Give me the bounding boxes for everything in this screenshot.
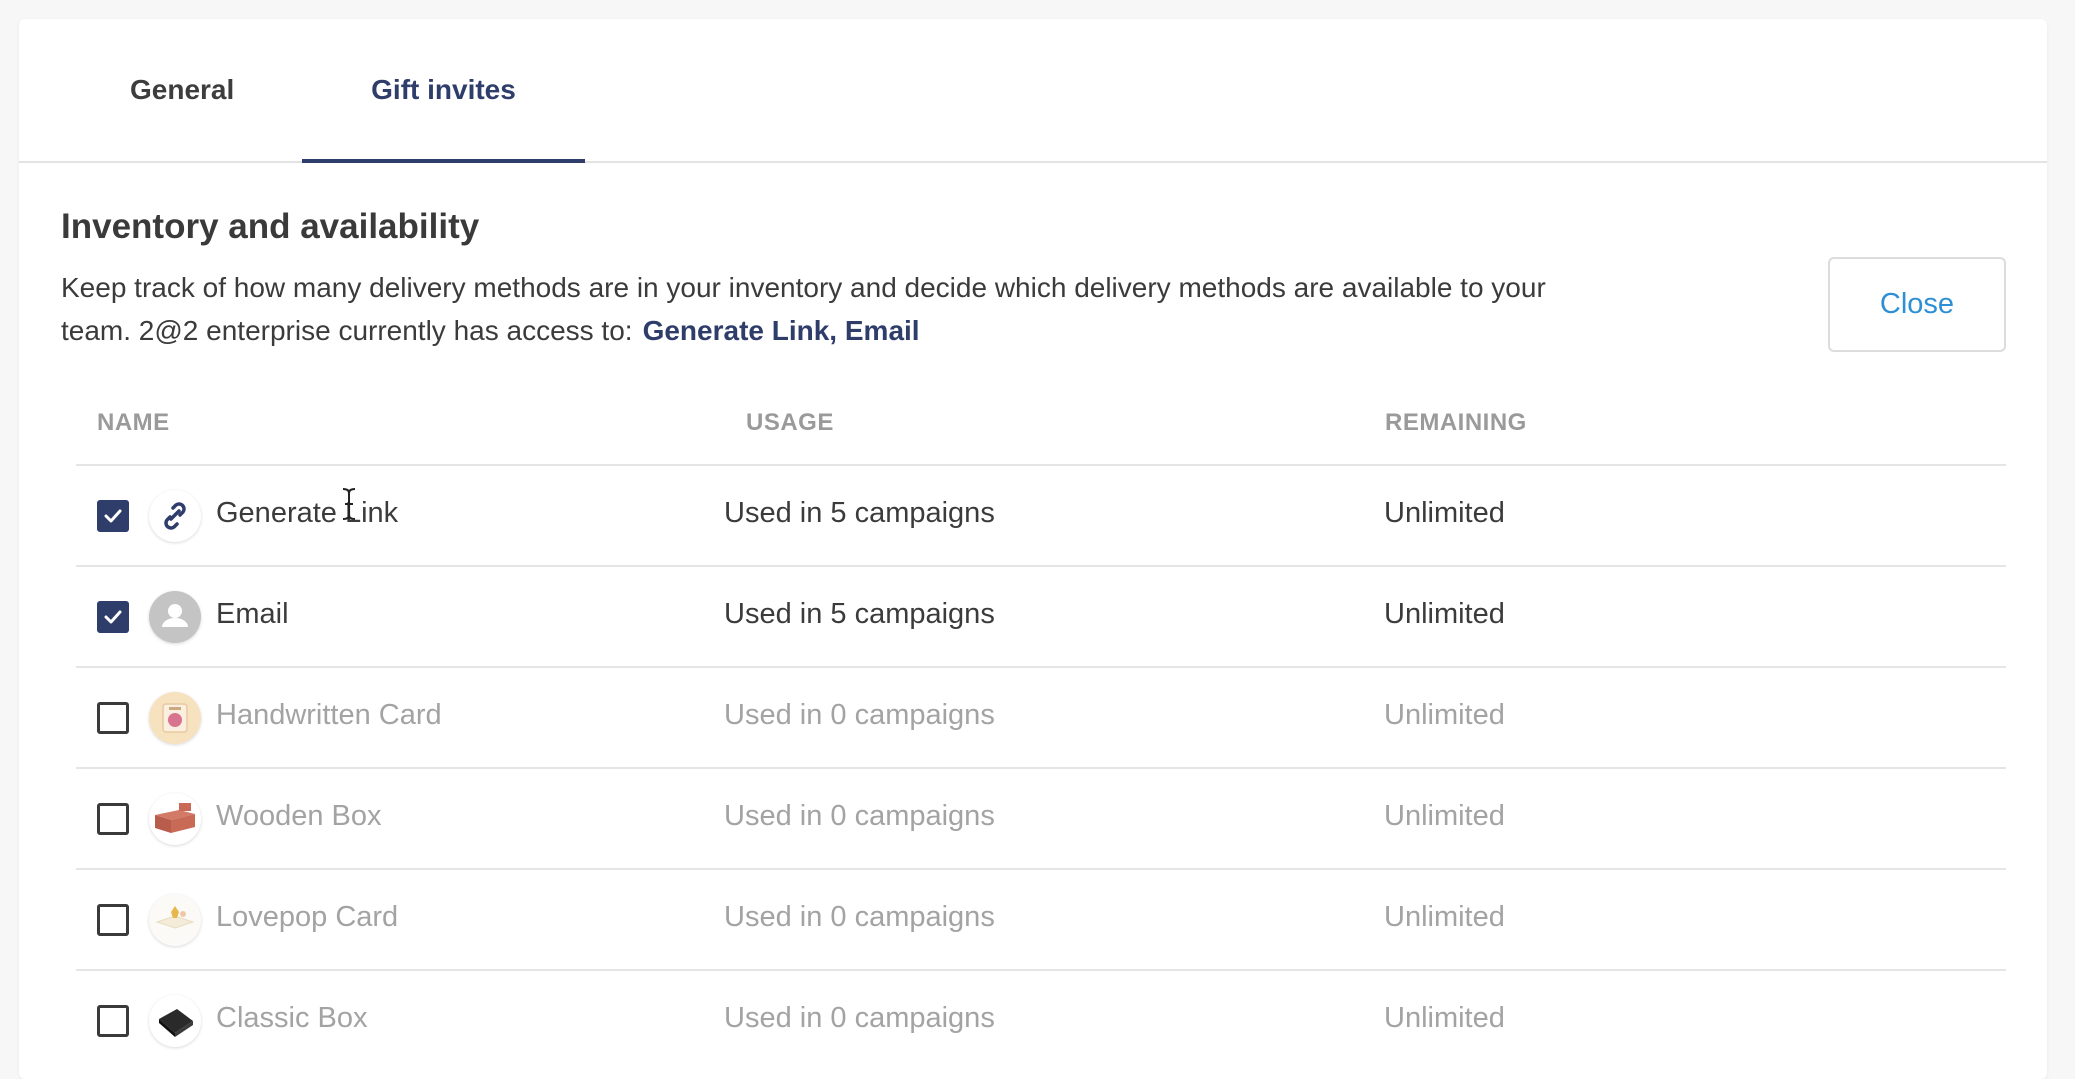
handwritten-card-icon bbox=[149, 692, 201, 744]
settings-card: General Gift invites Inventory and avail… bbox=[19, 19, 2047, 1079]
tab-general[interactable]: General bbox=[78, 19, 278, 161]
inventory-table: NAME USAGE REMAINING Generate Link Used … bbox=[76, 381, 2006, 1070]
table-row: Handwritten Card Used in 0 campaigns Unl… bbox=[76, 668, 2006, 769]
row-checkbox[interactable] bbox=[97, 904, 129, 936]
row-name: Lovepop Card bbox=[216, 901, 399, 933]
table-row: Email Used in 5 campaigns Unlimited bbox=[76, 567, 2006, 668]
section-description: Keep track of how many delivery methods … bbox=[61, 266, 1551, 352]
table-row: Classic Box Used in 0 campaigns Unlimite… bbox=[76, 971, 2006, 1070]
row-checkbox[interactable] bbox=[97, 702, 129, 734]
row-usage: Used in 5 campaigns bbox=[724, 598, 995, 630]
close-button[interactable]: Close bbox=[1828, 257, 2006, 352]
row-name: Classic Box bbox=[216, 1002, 368, 1034]
tab-gift-invites[interactable]: Gift invites bbox=[302, 19, 585, 163]
table-row: Generate Link Used in 5 campaigns Unlimi… bbox=[76, 466, 2006, 567]
row-remaining: Unlimited bbox=[1384, 800, 1505, 832]
access-list: Generate Link, Email bbox=[642, 315, 920, 346]
row-name: Email bbox=[216, 598, 289, 630]
row-remaining: Unlimited bbox=[1384, 1002, 1505, 1034]
section-title: Inventory and availability bbox=[61, 207, 480, 246]
row-usage: Used in 0 campaigns bbox=[724, 1002, 995, 1034]
column-header-usage: USAGE bbox=[746, 409, 834, 436]
column-header-remaining: REMAINING bbox=[1385, 409, 1527, 436]
column-header-name: NAME bbox=[97, 409, 170, 436]
check-icon bbox=[104, 610, 122, 624]
wooden-box-icon bbox=[149, 793, 201, 845]
row-remaining: Unlimited bbox=[1384, 598, 1505, 630]
link-icon bbox=[149, 490, 201, 542]
tab-gift-invites-label: Gift invites bbox=[371, 74, 516, 105]
row-usage: Used in 0 campaigns bbox=[724, 901, 995, 933]
user-icon bbox=[149, 591, 201, 643]
check-icon bbox=[104, 509, 122, 523]
row-checkbox[interactable] bbox=[97, 500, 129, 532]
row-name: Wooden Box bbox=[216, 800, 382, 832]
row-remaining: Unlimited bbox=[1384, 497, 1505, 529]
tab-bar: General Gift invites bbox=[19, 19, 2047, 163]
row-usage: Used in 5 campaigns bbox=[724, 497, 995, 529]
row-remaining: Unlimited bbox=[1384, 901, 1505, 933]
row-name: Handwritten Card bbox=[216, 699, 442, 731]
table-row: Lovepop Card Used in 0 campaigns Unlimit… bbox=[76, 870, 2006, 971]
row-checkbox[interactable] bbox=[97, 1005, 129, 1037]
row-name: Generate Link bbox=[216, 497, 399, 529]
table-row: Wooden Box Used in 0 campaigns Unlimited bbox=[76, 769, 2006, 870]
row-checkbox[interactable] bbox=[97, 803, 129, 835]
row-checkbox[interactable] bbox=[97, 601, 129, 633]
row-remaining: Unlimited bbox=[1384, 699, 1505, 731]
lovepop-card-icon bbox=[149, 894, 201, 946]
row-usage: Used in 0 campaigns bbox=[724, 800, 995, 832]
table-header: NAME USAGE REMAINING bbox=[76, 381, 2006, 466]
tab-general-label: General bbox=[130, 74, 235, 105]
text-cursor-icon bbox=[342, 488, 356, 520]
classic-box-icon bbox=[149, 995, 201, 1047]
row-usage: Used in 0 campaigns bbox=[724, 699, 995, 731]
active-tab-indicator bbox=[302, 159, 585, 163]
